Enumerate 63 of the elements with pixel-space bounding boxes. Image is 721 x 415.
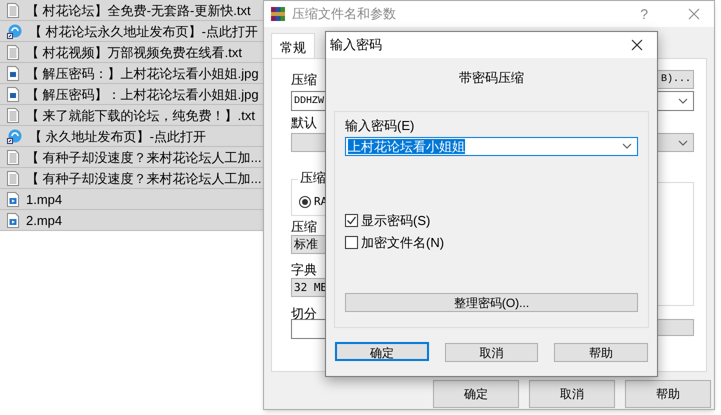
method-label: 压缩 bbox=[291, 219, 317, 235]
file-name: 1.mp4 bbox=[26, 192, 62, 206]
text-file-icon bbox=[7, 108, 19, 122]
profiles-label: 默认 bbox=[291, 115, 317, 131]
chevron-down-icon bbox=[678, 140, 688, 146]
checkbox-label: 显示密码(S) bbox=[361, 212, 430, 228]
file-row[interactable]: 【 村花视频】万部视频免费在线看.txt bbox=[0, 42, 263, 63]
dialog-button[interactable]: 确定 bbox=[433, 380, 519, 408]
file-row[interactable]: 【 解压密码：】上村花论坛看小姐姐.jpg bbox=[0, 63, 263, 84]
file-row[interactable]: 1.mp4 bbox=[0, 189, 263, 210]
help-button[interactable]: ? bbox=[640, 4, 648, 24]
split-label: 切分 bbox=[291, 306, 317, 322]
file-row[interactable]: 【 村花论坛】全免费-无套路-更新快.txt bbox=[0, 0, 263, 21]
file-row[interactable]: 【 永久地址发布页】-点此打开 bbox=[0, 126, 263, 147]
file-row[interactable]: 2.mp4 bbox=[0, 210, 263, 231]
dialog-button[interactable]: 确定 bbox=[335, 342, 429, 360]
file-name: 【 永久地址发布页】-点此打开 bbox=[29, 130, 206, 142]
video-file-icon bbox=[7, 192, 19, 206]
chevron-down-icon bbox=[678, 98, 688, 104]
format-group-label: 压缩 bbox=[298, 171, 328, 184]
file-name: 2.mp4 bbox=[26, 214, 62, 226]
file-name: 【 来了就能下载的论坛，纯免费！】.txt bbox=[26, 108, 255, 122]
dialog-button[interactable]: 取消 bbox=[444, 342, 538, 362]
window-title: 压缩文件名和参数 bbox=[292, 5, 396, 24]
file-name: 【 村花视频】万部视频免费在线看.txt bbox=[26, 46, 242, 58]
checkbox-label: 加密文件名(N) bbox=[361, 234, 444, 250]
image-file-icon bbox=[7, 66, 19, 80]
shortcut-icon bbox=[7, 128, 22, 144]
dialog-heading: 带密码压缩 bbox=[459, 69, 524, 87]
password-label: 输入密码(E) bbox=[345, 118, 416, 134]
text-file-icon bbox=[7, 170, 19, 186]
text-file-icon bbox=[7, 2, 19, 18]
dialog-button[interactable]: 帮助 bbox=[554, 342, 648, 362]
file-row[interactable]: 【 解压密码】：上村花论坛看小姐姐.jpg bbox=[0, 84, 263, 105]
password-field[interactable]: 上村花论坛看小姐姐 bbox=[345, 136, 638, 156]
close-icon[interactable] bbox=[631, 39, 643, 51]
file-name: 【 村花论坛】全免费-无套路-更新快.txt bbox=[26, 4, 251, 16]
tab[interactable]: 常规 bbox=[271, 33, 315, 58]
archive-name-label: 压缩 bbox=[291, 70, 317, 88]
text-file-icon bbox=[7, 150, 19, 164]
file-name: 【 有种子却没速度？来村花论坛人工加... bbox=[26, 172, 262, 184]
window-title: 输入密码 bbox=[330, 36, 382, 54]
image-file-icon bbox=[7, 86, 19, 102]
file-name: 【 有种子却没速度？来村花论坛人工加... bbox=[26, 150, 262, 164]
chevron-down-icon bbox=[622, 143, 632, 149]
file-row[interactable]: 【 有种子却没速度？来村花论坛人工加... bbox=[0, 147, 263, 168]
file-name: 【 村花论坛永久地址发布页】-点此打开 bbox=[29, 24, 258, 38]
file-name: 【 解压密码：】上村花论坛看小姐姐.jpg bbox=[26, 66, 259, 80]
checkbox[interactable] bbox=[345, 214, 358, 227]
text-file-icon bbox=[7, 44, 19, 60]
video-file-icon bbox=[7, 212, 19, 228]
shortcut-icon bbox=[7, 24, 22, 38]
radio-button[interactable] bbox=[299, 196, 311, 208]
file-row[interactable]: 【 来了就能下载的论坛，纯免费！】.txt bbox=[0, 105, 263, 126]
organize-passwords-button[interactable]: 整理密码(O)... bbox=[345, 292, 638, 312]
archive-app-icon bbox=[270, 6, 286, 22]
dictionary-label: 字典 bbox=[291, 262, 317, 278]
file-row[interactable]: 【 村花论坛永久地址发布页】-点此打开 bbox=[0, 21, 263, 42]
dialog-button[interactable]: 取消 bbox=[529, 380, 615, 408]
dialog-button[interactable]: 帮助 bbox=[625, 380, 711, 408]
checkbox[interactable] bbox=[345, 236, 358, 249]
file-row[interactable]: 【 有种子却没速度？来村花论坛人工加... bbox=[0, 168, 263, 189]
file-name: 【 解压密码】：上村花论坛看小姐姐.jpg bbox=[26, 88, 259, 100]
